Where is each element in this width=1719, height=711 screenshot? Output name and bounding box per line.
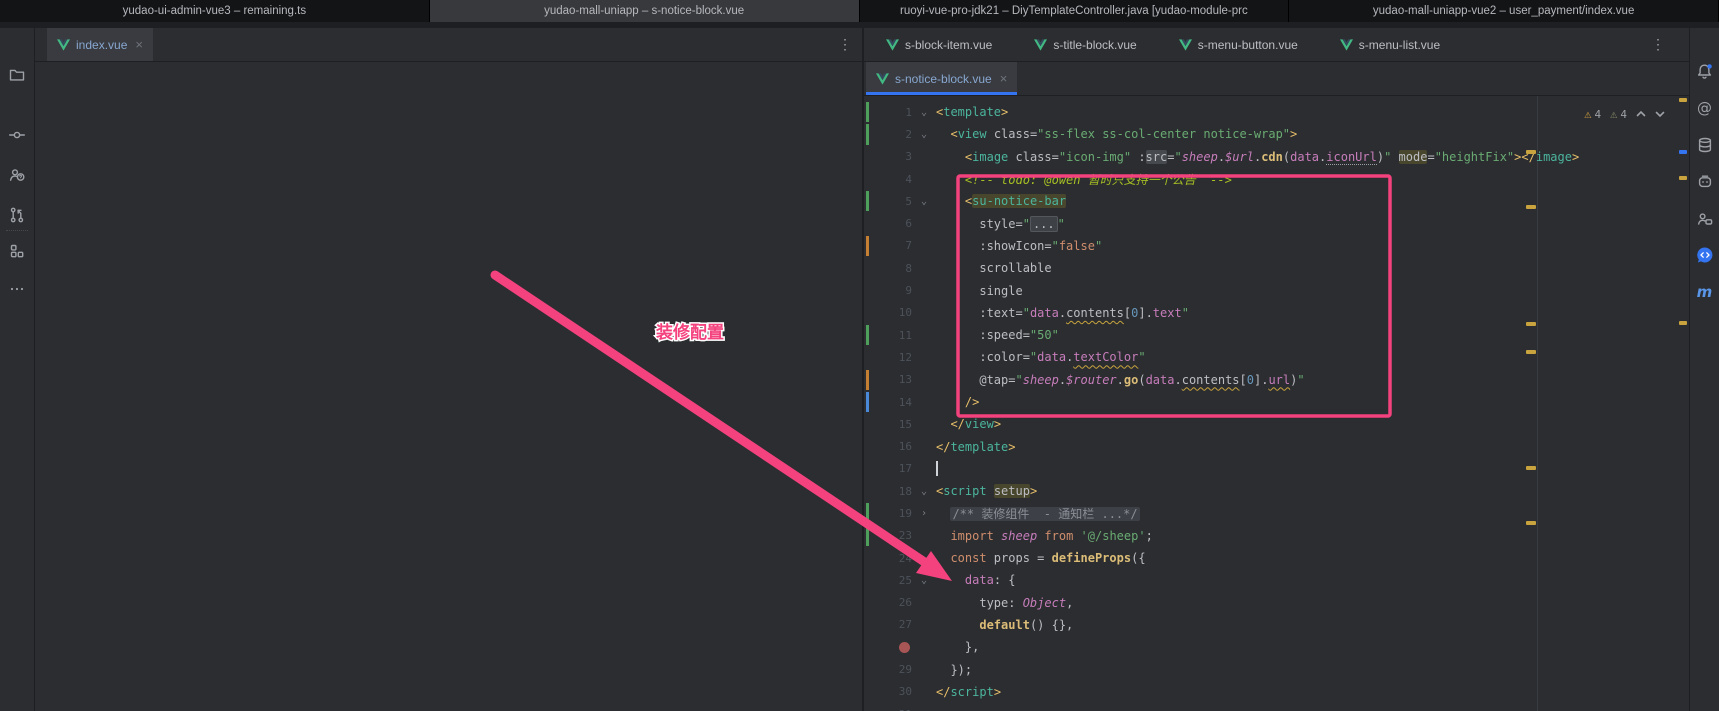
code-line: 8 scrollable [864,257,1689,279]
people-chat-icon[interactable] [1694,208,1716,230]
code-line: 15 </view> [864,413,1689,435]
code-line: 16</template> [864,435,1689,457]
vue-logo-icon [1340,39,1353,51]
code-line: 9 single [864,279,1689,301]
right-code-lines: 1⌄<template>2⌄ <view class="ss-flex ss-c… [864,101,1689,711]
tab-index-vue[interactable]: index.vue × [47,28,153,61]
fold-arrow-icon[interactable]: ⌄ [912,129,936,140]
code-line: 17 [864,458,1689,480]
tab-label: index.vue [76,38,127,52]
code-line: 6 style="..." [864,212,1689,234]
code-line: 29 }); [864,658,1689,680]
folder-icon[interactable] [6,64,28,86]
code-line: 12 :color="data.textColor" [864,346,1689,368]
tab-s-notice-block-vue[interactable]: s-notice-block.vue × [866,62,1017,95]
stripe-divider [6,230,28,231]
code-line: 14 /> [864,391,1689,413]
right-code-editor[interactable]: 1⌄<template>2⌄ <view class="ss-flex ss-c… [864,96,1689,711]
left-tool-stripe [0,28,35,711]
vue-logo-icon [886,39,899,51]
code-line: 31 [864,703,1689,711]
left-editor-tabbar: index.vue × ⋮ [35,28,862,62]
warning-icon: ⚠ [1584,107,1591,121]
window-tab[interactable]: ruoyi-vue-pro-jdk21 – DiyTemplateControl… [860,0,1290,22]
fold-arrow-icon[interactable]: ⌄ [912,107,936,118]
commit-icon[interactable] [6,124,28,146]
pull-request-icon[interactable] [6,204,28,226]
code-line: 5⌄ <su-notice-bar [864,190,1689,212]
users-help-icon[interactable] [6,164,28,186]
code-line: 19› /** 装修组件 - 通知栏 ...*/ [864,502,1689,524]
code-chat-icon[interactable] [1694,244,1716,266]
left-editor-pane: index.vue × ⋮ 1<!-- 首页，支持店铺装修 -->2<templ… [35,28,862,711]
code-line: 11 :speed="50" [864,324,1689,346]
code-line: 3 <image class="icon-img" :src="sheep.$u… [864,146,1689,168]
more-icon[interactable] [6,278,28,300]
close-icon[interactable]: × [1000,71,1008,86]
right-editor-tabbar-row2: s-notice-block.vue × [864,62,1689,96]
breakpoint-icon: 28 [872,641,912,654]
tab-s-block-item-vue[interactable]: s-block-item.vue [876,28,1002,61]
window-tab[interactable]: yudao-mall-uniapp – s-notice-block.vue [430,0,860,22]
right-editor-pane: s-block-item.vue s-title-block.vue s-menu-… [864,28,1689,711]
right-editor-tabbar-row1: s-block-item.vue s-title-block.vue s-menu-… [864,28,1689,62]
prev-problem-chevron-icon[interactable] [1636,108,1646,121]
next-problem-chevron-icon[interactable] [1655,108,1665,121]
vue-logo-icon [1179,39,1192,51]
code-line: 27 default() {}, [864,614,1689,636]
code-line: 24 const props = defineProps({ [864,547,1689,569]
kebab-menu-icon[interactable]: ⋮ [838,28,852,61]
code-line: 18⌄<script setup> [864,480,1689,502]
fold-arrow-icon[interactable]: ⌄ [912,486,936,497]
kebab-menu-icon[interactable]: ⋮ [1651,28,1665,61]
code-line: 30</script> [864,681,1689,703]
code-line: 26 type: Object, [864,592,1689,614]
ai-assistant-icon[interactable]: @ [1694,97,1716,119]
close-icon[interactable]: × [135,37,143,52]
active-tab-indicator [866,92,1017,95]
code-line: 7 :showIcon="false" [864,235,1689,257]
bell-icon[interactable] [1694,60,1716,82]
vue-logo-icon [1034,39,1047,51]
code-line: 1⌄<template> [864,101,1689,123]
text-caret [936,461,938,476]
code-line: 13 @tap="sheep.$router.go(data.contents[… [864,369,1689,391]
vue-logo-icon [57,39,70,51]
code-line: 4 <!-- todo: @owen 暂时只支持一个公告 --> [864,168,1689,190]
code-line: 2⌄ <view class="ss-flex ss-col-center no… [864,123,1689,145]
database-icon[interactable] [1694,134,1716,156]
vue-logo-icon [876,73,889,85]
window-tab[interactable]: yudao-ui-admin-vue3 – remaining.ts [0,0,430,22]
structure-icon[interactable] [6,240,28,262]
code-line: 23 import sheep from '@/sheep'; [864,525,1689,547]
tab-label: s-notice-block.vue [895,72,992,86]
window-tab[interactable]: yudao-mall-uniapp-vue2 – user_payment/in… [1289,0,1719,22]
m-plugin-icon[interactable]: m [1694,281,1716,303]
fold-arrow-icon[interactable]: ⌄ [912,196,936,207]
right-tool-stripe: @ m [1689,28,1719,711]
fold-arrow-icon[interactable]: › [912,508,936,519]
window-tab-bar: yudao-ui-admin-vue3 – remaining.tsyudao-… [0,0,1719,22]
code-line: 10 :text="data.contents[0].text" [864,302,1689,324]
tab-s-menu-button-vue[interactable]: s-menu-button.vue [1169,28,1308,61]
robot-icon[interactable] [1694,171,1716,193]
ide-window: yudao-ui-admin-vue3 – remaining.tsyudao-… [0,0,1719,711]
right-inspections-widget[interactable]: ⚠4 ⚠4 [1578,105,1671,123]
code-line: 28 }, [864,636,1689,658]
weak-warning-icon: ⚠ [1610,107,1617,121]
fold-arrow-icon[interactable]: ⌄ [912,575,936,586]
tab-s-title-block-vue[interactable]: s-title-block.vue [1024,28,1146,61]
code-line: 25⌄ data: { [864,569,1689,591]
tab-s-menu-list-vue[interactable]: s-menu-list.vue [1330,28,1450,61]
